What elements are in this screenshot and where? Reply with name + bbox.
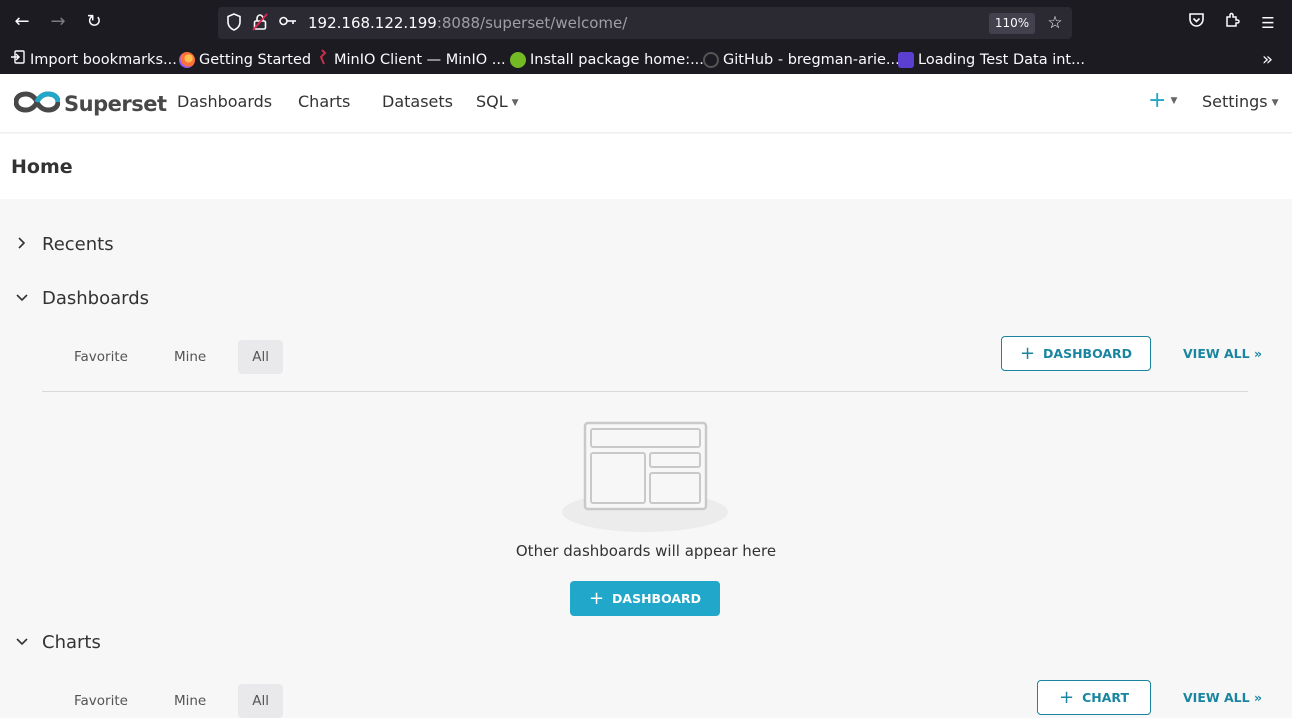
bookmark-label: Loading Test Data int... xyxy=(918,52,1085,68)
new-item-menu[interactable]: + ▼ xyxy=(1148,88,1177,113)
back-arrow-icon[interactable]: ← xyxy=(10,10,34,34)
chevron-down-icon xyxy=(14,291,30,307)
charts-tabs: Favorite Mine All xyxy=(60,684,301,718)
nav-charts[interactable]: Charts xyxy=(298,92,350,111)
pocket-icon[interactable] xyxy=(1185,12,1207,34)
add-dashboard-button[interactable]: + DASHBOARD xyxy=(1001,336,1151,371)
url-host: 192.168.122.199 xyxy=(308,14,437,32)
caret-down-icon: ▼ xyxy=(1271,97,1279,108)
nav-sql[interactable]: SQL ▼ xyxy=(476,92,519,111)
charts-view-all-link[interactable]: VIEW ALL » xyxy=(1183,690,1262,705)
button-label: CHART xyxy=(1082,690,1129,705)
chevron-right-icon xyxy=(14,236,30,253)
bookmark-label: Install package home:... xyxy=(530,52,704,68)
infinity-logo-icon xyxy=(13,90,61,118)
extensions-icon[interactable] xyxy=(1221,12,1243,34)
page-title: Home xyxy=(11,156,73,178)
firefox-icon xyxy=(179,52,195,68)
opensuse-icon xyxy=(510,52,526,68)
bookmark-import[interactable]: Import bookmarks... xyxy=(10,50,177,70)
bookmarks-toolbar: Import bookmarks... Getting Started MinI… xyxy=(0,46,1292,74)
superset-logo[interactable]: Superset xyxy=(13,90,167,118)
empty-state-message: Other dashboards will appear here xyxy=(515,542,777,560)
plus-icon: + xyxy=(1148,88,1167,113)
bookmark-minio[interactable]: MinIO Client — MinIO ... xyxy=(316,49,506,71)
bookmark-getting-started[interactable]: Getting Started xyxy=(179,50,311,70)
shield-icon[interactable] xyxy=(224,13,244,33)
section-recents-header[interactable]: Recents xyxy=(14,234,114,255)
minio-icon xyxy=(316,49,328,71)
section-charts-header[interactable]: Charts xyxy=(14,632,101,653)
section-dashboards-header[interactable]: Dashboards xyxy=(14,288,149,309)
section-title: Dashboards xyxy=(42,288,150,309)
tab-favorite[interactable]: Favorite xyxy=(60,684,142,718)
forward-arrow-icon[interactable]: → xyxy=(46,10,70,34)
nav-sql-label: SQL xyxy=(476,92,508,111)
section-title: Charts xyxy=(42,632,101,653)
chevron-down-icon xyxy=(14,635,30,651)
bookmark-loading-test-data[interactable]: Loading Test Data int... xyxy=(898,50,1085,70)
empty-dashboard-illustration xyxy=(560,420,730,532)
add-chart-button[interactable]: + CHART xyxy=(1037,680,1151,715)
lock-warning-icon[interactable] xyxy=(250,13,270,33)
bookmark-label: MinIO Client — MinIO ... xyxy=(334,52,506,68)
reload-icon[interactable]: ↻ xyxy=(82,10,106,34)
button-label: DASHBOARD xyxy=(612,591,702,606)
nav-dashboards[interactable]: Dashboards xyxy=(177,92,272,111)
nav-datasets[interactable]: Datasets xyxy=(382,92,453,111)
button-label: DASHBOARD xyxy=(1043,346,1133,361)
brand-name: Superset xyxy=(64,92,167,116)
create-dashboard-button[interactable]: + DASHBOARD xyxy=(570,581,720,616)
plus-icon: + xyxy=(1019,343,1036,364)
page-header: Home xyxy=(0,134,1292,199)
tab-favorite[interactable]: Favorite xyxy=(60,340,142,374)
star-bookmark-icon[interactable]: ☆ xyxy=(1045,13,1065,33)
tab-all[interactable]: All xyxy=(238,340,283,374)
chevron-double-right-icon[interactable]: » xyxy=(1262,50,1273,70)
url-path: :8088/superset/welcome/ xyxy=(436,14,628,32)
tab-mine[interactable]: Mine xyxy=(160,684,220,718)
loading-icon xyxy=(898,52,914,68)
import-icon xyxy=(10,49,26,71)
key-icon[interactable] xyxy=(278,13,298,33)
url-text[interactable]: 192.168.122.199:8088/superset/welcome/ xyxy=(308,14,627,32)
settings-label: Settings xyxy=(1202,92,1268,111)
dashboards-view-all-link[interactable]: VIEW ALL » xyxy=(1183,346,1262,361)
settings-menu[interactable]: Settings ▼ xyxy=(1202,92,1279,111)
divider xyxy=(42,391,1248,392)
bookmark-label: Getting Started xyxy=(199,52,312,68)
caret-down-icon: ▼ xyxy=(511,97,519,108)
bookmark-label: GitHub - bregman-arie... xyxy=(723,52,900,68)
section-title: Recents xyxy=(42,234,114,255)
github-icon xyxy=(703,52,719,68)
caret-down-icon: ▼ xyxy=(1170,96,1178,106)
hamburger-menu-icon[interactable]: ☰ xyxy=(1257,12,1279,34)
bookmark-label: Import bookmarks... xyxy=(30,52,177,68)
dashboards-tabs: Favorite Mine All xyxy=(60,340,301,374)
tab-all[interactable]: All xyxy=(238,684,283,718)
plus-icon: + xyxy=(1059,687,1075,708)
tab-mine[interactable]: Mine xyxy=(160,340,220,374)
app-navbar: Superset Dashboards Charts Datasets SQL ▼… xyxy=(0,74,1292,133)
address-bar[interactable]: 192.168.122.199:8088/superset/welcome/ 1… xyxy=(218,7,1072,39)
bookmark-install-package[interactable]: Install package home:... xyxy=(510,50,704,70)
browser-toolbar: ← → ↻ 192.168.122.199:8088/superset/welc… xyxy=(0,0,1292,46)
zoom-level-badge[interactable]: 110% xyxy=(989,13,1035,34)
plus-icon: + xyxy=(588,588,605,609)
bookmark-github[interactable]: GitHub - bregman-arie... xyxy=(703,50,900,70)
